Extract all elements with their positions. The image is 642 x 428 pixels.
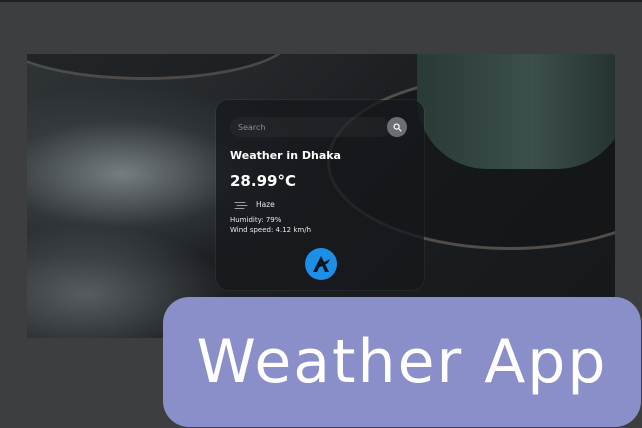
weather-description: Haze bbox=[256, 200, 275, 209]
banner-title: Weather App bbox=[196, 327, 608, 397]
app-title-banner: Weather App bbox=[163, 297, 641, 427]
temperature: 28.99°C bbox=[230, 172, 296, 190]
cup-body-shape bbox=[417, 54, 615, 169]
search-button[interactable] bbox=[387, 117, 407, 137]
search-icon bbox=[392, 122, 402, 132]
wind-speed-text: Wind speed: 4.12 km/h bbox=[230, 226, 312, 234]
haze-icon bbox=[234, 201, 248, 210]
top-border bbox=[0, 0, 642, 2]
cup-saucer-shape bbox=[27, 54, 293, 80]
city-title: Weather in Dhaka bbox=[230, 149, 341, 162]
weather-card: Weather in Dhaka 28.99°C Haze Humidity: … bbox=[216, 100, 424, 290]
search-input[interactable] bbox=[230, 117, 390, 137]
logo-icon bbox=[305, 248, 337, 280]
humidity-text: Humidity: 79% bbox=[230, 216, 282, 224]
